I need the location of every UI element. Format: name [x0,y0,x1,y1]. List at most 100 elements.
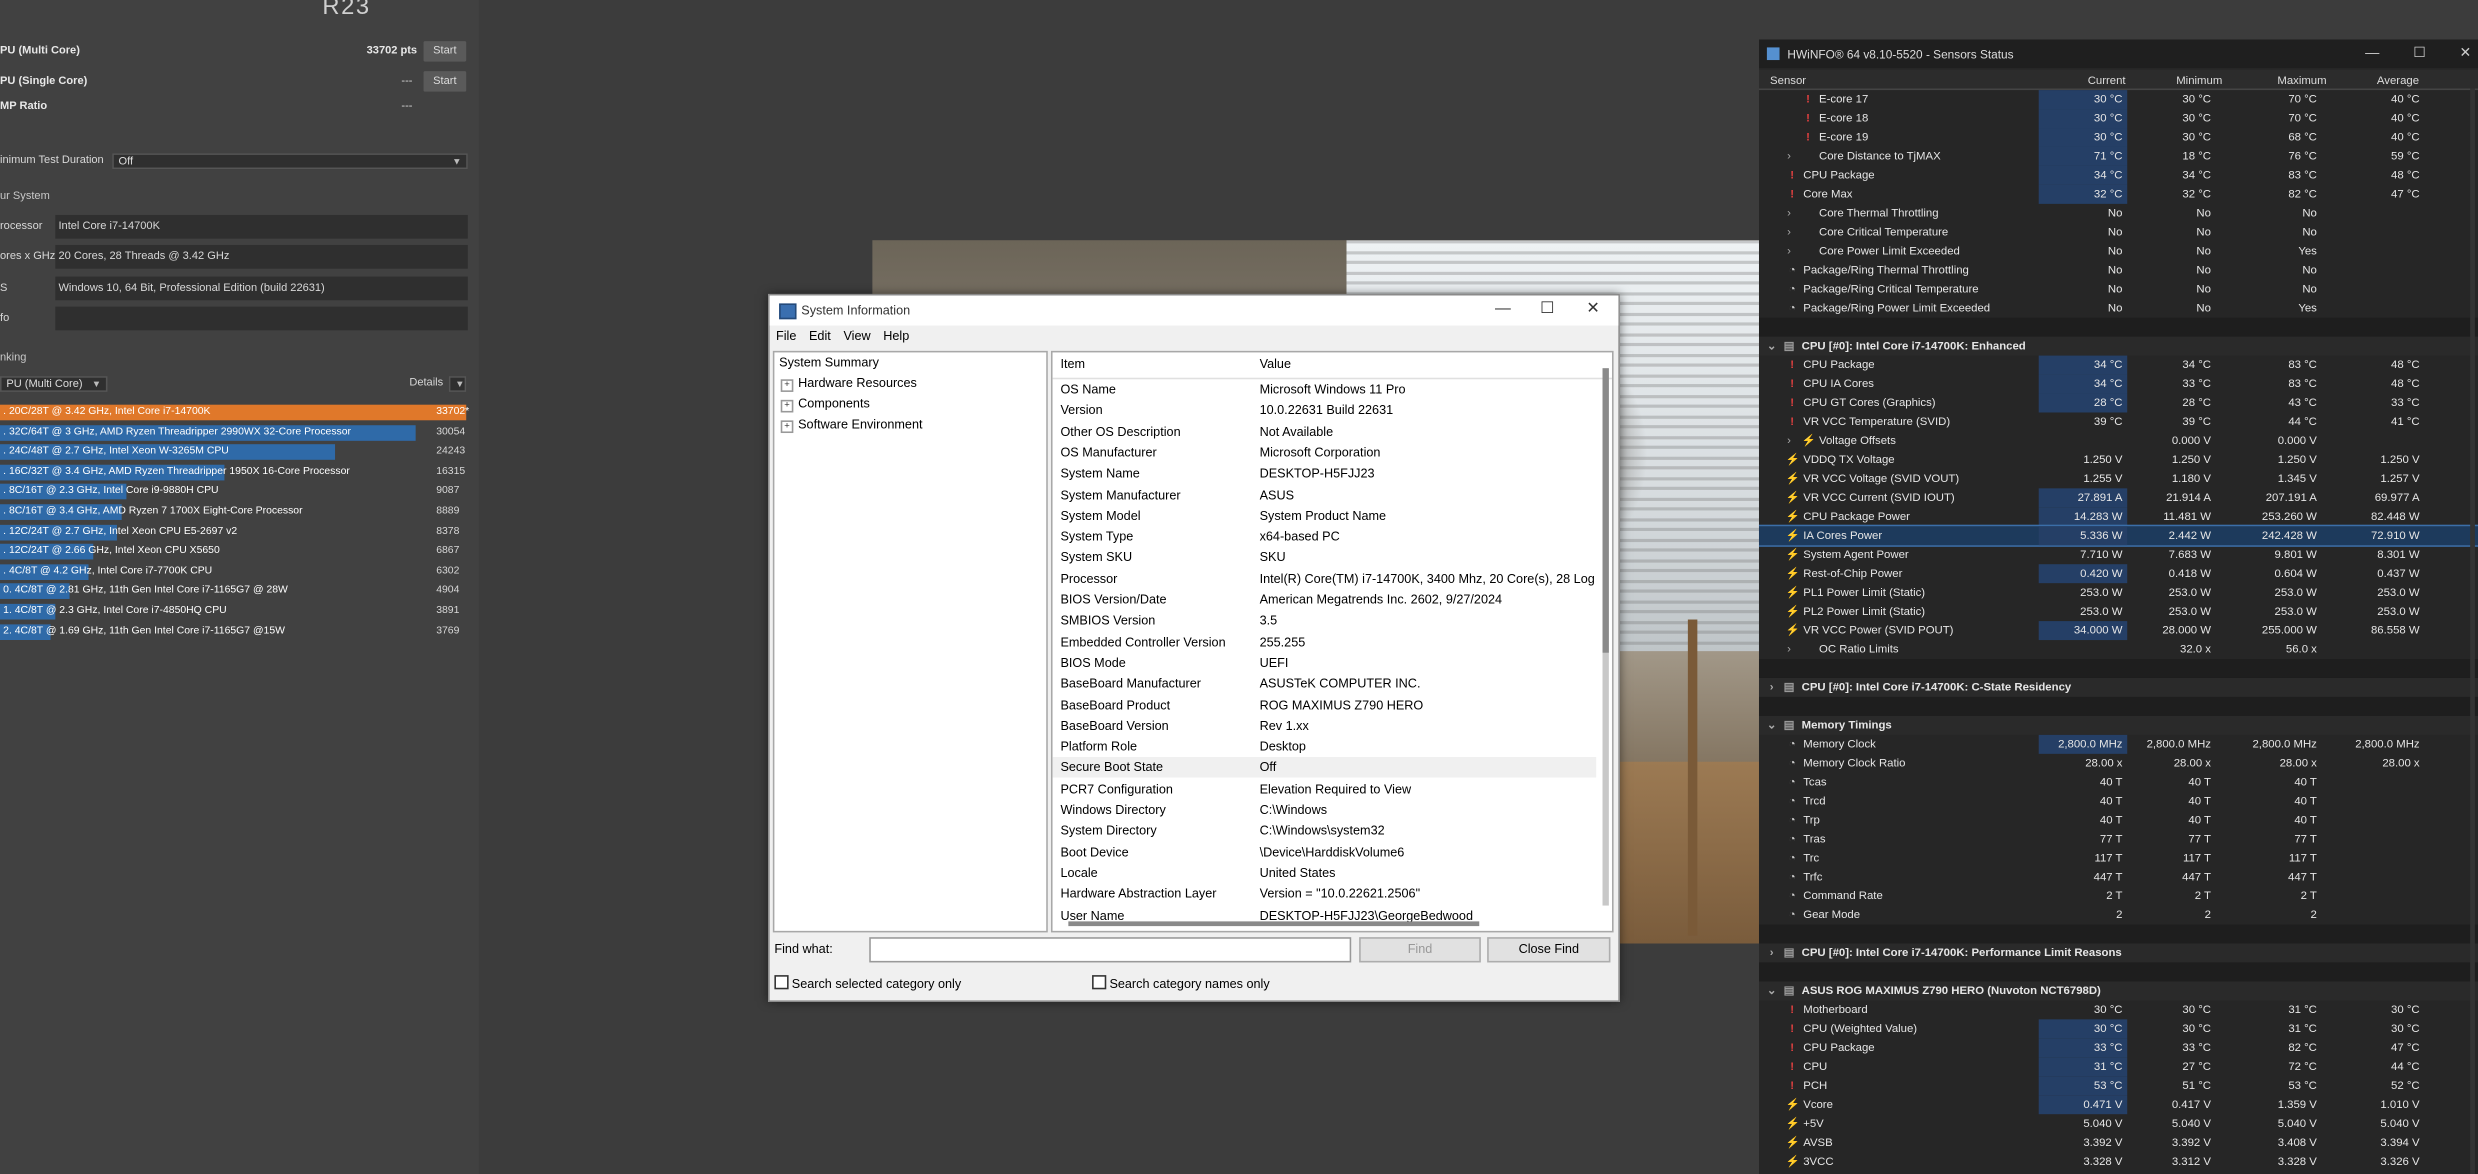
find-input[interactable] [869,937,1352,963]
sensor-row[interactable]: ! E-core 18 30 °C 30 °C 70 °C 40 °C [1759,109,2478,129]
sensor-row[interactable]: ◔ Trc 117 T 117 T 117 T [1759,849,2478,868]
sensor-row[interactable]: ⚡ PL1 Power Limit (Static) 253.0 W 253.0 W 2… [1759,583,2478,602]
ranking-row[interactable]: . 16C/32T @ 3.4 GHz, AMD Ryzen Threadrip… [0,464,474,481]
menu-view[interactable]: View [843,329,870,343]
close-icon[interactable]: ✕ [1571,299,1615,321]
chevron-right-icon[interactable]: › [1783,640,1796,659]
ranking-row[interactable]: 0. 4C/8T @ 2.81 GHz, 11th Gen Intel Core… [0,583,474,600]
summary-row[interactable]: System Name DESKTOP-H5FJJ23 [1053,463,1597,484]
hwinfo-scrollbar[interactable] [2470,88,2475,1174]
summary-row[interactable]: BIOS Mode UEFI [1053,653,1597,674]
summary-row[interactable]: PCR7 Configuration Elevation Required to … [1053,779,1597,800]
ranking-row[interactable]: . 12C/24T @ 2.66 GHz, Intel Xeon CPU X56… [0,543,474,560]
summary-row[interactable]: Platform Role Desktop [1053,737,1597,758]
ranking-row[interactable]: . 8C/16T @ 2.3 GHz, Intel Core i9-9880H … [0,484,474,501]
sensor-row[interactable]: ! CPU 31 °C 27 °C 72 °C 44 °C [1759,1057,2478,1077]
col-average[interactable]: Average [2377,73,2419,87]
summary-row[interactable]: Other OS Description Not Available [1053,421,1597,442]
sensor-row[interactable]: ◔ Package/Ring Power Limit Exceeded No No Ye… [1759,299,2478,318]
maximize-icon[interactable]: ☐ [2404,44,2436,61]
sensor-row[interactable]: ! PCH 53 °C 51 °C 53 °C 52 °C [1759,1076,2478,1096]
summary-row[interactable]: Secure Boot State Off [1052,757,1597,779]
tree-system-summary[interactable]: System Summary [779,356,879,370]
col-item[interactable]: Item [1060,357,1085,371]
sensor-group[interactable]: ⌄ ▤ CPU [#0]: Intel Core i7-14700K: Enhanc… [1758,336,2478,356]
summary-row[interactable]: Boot Device \Device\HarddiskVolume6 [1053,842,1597,863]
chevron-right-icon[interactable]: › [1783,204,1796,223]
summary-row[interactable]: System Directory C:\Windows\system32 [1053,821,1597,842]
summary-row[interactable]: System SKU SKU [1053,547,1597,568]
summary-row[interactable]: BaseBoard Manufacturer ASUSTeK COMPUTER I… [1053,674,1597,695]
find-button[interactable]: Find [1359,937,1481,963]
ranking-row[interactable]: 2. 4C/8T @ 1.69 GHz, 11th Gen Intel Core… [0,623,474,640]
minimize-icon[interactable]: — [1481,299,1525,321]
sensor-row[interactable]: ◔ Package/Ring Thermal Throttling No No No [1759,261,2478,280]
expand-icon[interactable]: + [780,420,794,434]
col-current[interactable]: Current [2088,73,2126,87]
ranking-row[interactable]: . 24C/48T @ 2.7 GHz, Intel Xeon W-3265M … [0,444,474,461]
sensor-row[interactable]: ! Motherboard 30 °C 30 °C 31 °C 30 °C [1759,1000,2478,1019]
col-maximum[interactable]: Maximum [2277,73,2326,87]
close-icon[interactable]: ✕ [2450,44,2478,61]
summary-row[interactable]: Hardware Abstraction Layer Version = "10.… [1053,884,1597,905]
ranking-row[interactable]: 1. 4C/8T @ 2.3 GHz, Intel Core i7-4850HQ… [0,603,474,620]
sensor-group[interactable]: ⌄ ▤ ASUS ROG MAXIMUS Z790 HERO (Nuvoton NC… [1758,981,2478,1001]
sensor-row[interactable]: ⚡ VR VCC Current (SVID IOUT) 27.891 A 21.91… [1759,488,2478,508]
chevron-down-icon[interactable]: ⌄ [1765,716,1778,735]
chevron-right-icon[interactable]: › [1783,431,1796,450]
hwinfo-title-bar[interactable]: HWiNFO® 64 v8.10-5520 - Sensors Status —… [1758,39,2478,68]
sensor-row[interactable]: ◔ Memory Clock Ratio 28.00 x 28.00 x 28.00 x… [1759,754,2478,773]
sensor-row[interactable]: ◔ Memory Clock 2,800.0 MHz 2,800.0 MHz 2,800… [1759,734,2478,754]
details-toggle[interactable]: ▼ [448,376,467,392]
summary-row[interactable]: Version 10.0.22631 Build 22631 [1053,400,1597,421]
sensor-row[interactable]: ⚡ PL2 Power Limit (Static) 253.0 W 253.0 W 2… [1759,602,2478,621]
sensor-group[interactable]: ⌄ ▤ Memory Timings [1758,715,2478,735]
sensor-group[interactable]: › ▤ CPU [#0]: Intel Core i7-14700K: C-Stat… [1758,677,2478,697]
title-bar[interactable]: System Information — ☐ ✕ [769,295,1619,326]
sensor-row[interactable]: ⚡ +5V 5.040 V 5.040 V 5.040 V 5.040 V [1759,1114,2478,1133]
col-sensor[interactable]: Sensor [1770,73,1806,87]
ranking-row[interactable]: . 32C/64T @ 3 GHz, AMD Ryzen Threadrippe… [0,424,474,441]
tree-hardware-resources[interactable]: + Hardware Resources [780,376,917,392]
summary-row[interactable]: BaseBoard Product ROG MAXIMUS Z790 HERO [1053,695,1597,716]
search-names-checkbox[interactable]: Search category names only [1092,975,1270,991]
menu-help[interactable]: Help [883,329,909,343]
sensor-row[interactable]: ◔ Package/Ring Critical Temperature No No No [1759,280,2478,299]
sensor-row[interactable]: ! CPU Package 34 °C 34 °C 83 °C 48 °C [1759,165,2478,185]
chevron-right-icon[interactable]: › [1765,943,1778,962]
sensor-row[interactable]: ⚡ 3VCC 3.328 V 3.312 V 3.328 V 3.326 V [1759,1152,2478,1171]
summary-row[interactable]: Processor Intel(R) Core(TM) i7-14700K, 34… [1053,568,1597,589]
summary-row[interactable]: System Type x64-based PC [1053,526,1597,547]
sensor-row[interactable]: › OC Ratio Limits 32.0 x 56.0 x [1759,640,2478,659]
summary-row[interactable]: OS Manufacturer Microsoft Corporation [1053,442,1597,463]
chevron-right-icon[interactable]: › [1783,223,1796,242]
single-core-start-button[interactable]: Start [423,71,467,92]
ranking-row[interactable]: . 4C/8T @ 4.2 GHz, Intel Core i7-7700K C… [0,563,474,580]
sensor-row[interactable]: ! CPU IA Cores 34 °C 33 °C 83 °C 48 °C [1759,374,2478,394]
menu-file[interactable]: File [776,329,796,343]
sensor-row[interactable]: ! VR VCC Temperature (SVID) 39 °C 39 °C 44 °… [1759,412,2478,431]
sensor-row[interactable]: ◔ Trp 40 T 40 T 40 T [1759,811,2478,830]
chevron-down-icon[interactable]: ⌄ [1765,981,1778,1000]
close-find-button[interactable]: Close Find [1487,937,1611,963]
chevron-right-icon[interactable]: › [1783,242,1796,261]
col-value[interactable]: Value [1260,357,1291,371]
sensor-row[interactable]: › Core Power Limit Exceeded No No Yes [1759,242,2478,261]
sensor-row[interactable]: › Core Critical Temperature No No No [1759,223,2478,242]
horizontal-scrollbar[interactable] [1068,921,1480,927]
summary-row[interactable]: BaseBoard Version Rev 1.xx [1053,716,1597,737]
sensor-row[interactable]: ⚡ CPU Package Power 14.283 W 11.481 W 253.26… [1759,507,2478,527]
summary-row[interactable]: OS Name Microsoft Windows 11 Pro [1053,379,1597,400]
search-selected-checkbox[interactable]: Search selected category only [774,975,961,991]
sensor-row[interactable]: ⚡ VDDQ TX Voltage 1.250 V 1.250 V 1.250 V 1.2… [1759,450,2478,469]
details-label[interactable]: Details [409,378,443,389]
summary-row[interactable]: System Manufacturer ASUS [1053,484,1597,505]
expand-icon[interactable]: + [780,399,794,413]
sensor-row[interactable]: ⚡ VR VCC Power (SVID POUT) 34.000 W 28.000 … [1759,621,2478,641]
sensor-group[interactable]: › ▤ CPU [#0]: Intel Core i7-14700K: Perfor… [1758,943,2478,963]
minimize-icon[interactable]: — [2356,44,2388,60]
tree-software-environment[interactable]: + Software Environment [780,417,922,434]
ranking-select[interactable]: PU (Multi Core) ▼ [0,376,108,392]
sensor-row[interactable]: ◔ Trfc 447 T 447 T 447 T [1759,868,2478,887]
vertical-scrollbar[interactable] [1602,368,1609,906]
